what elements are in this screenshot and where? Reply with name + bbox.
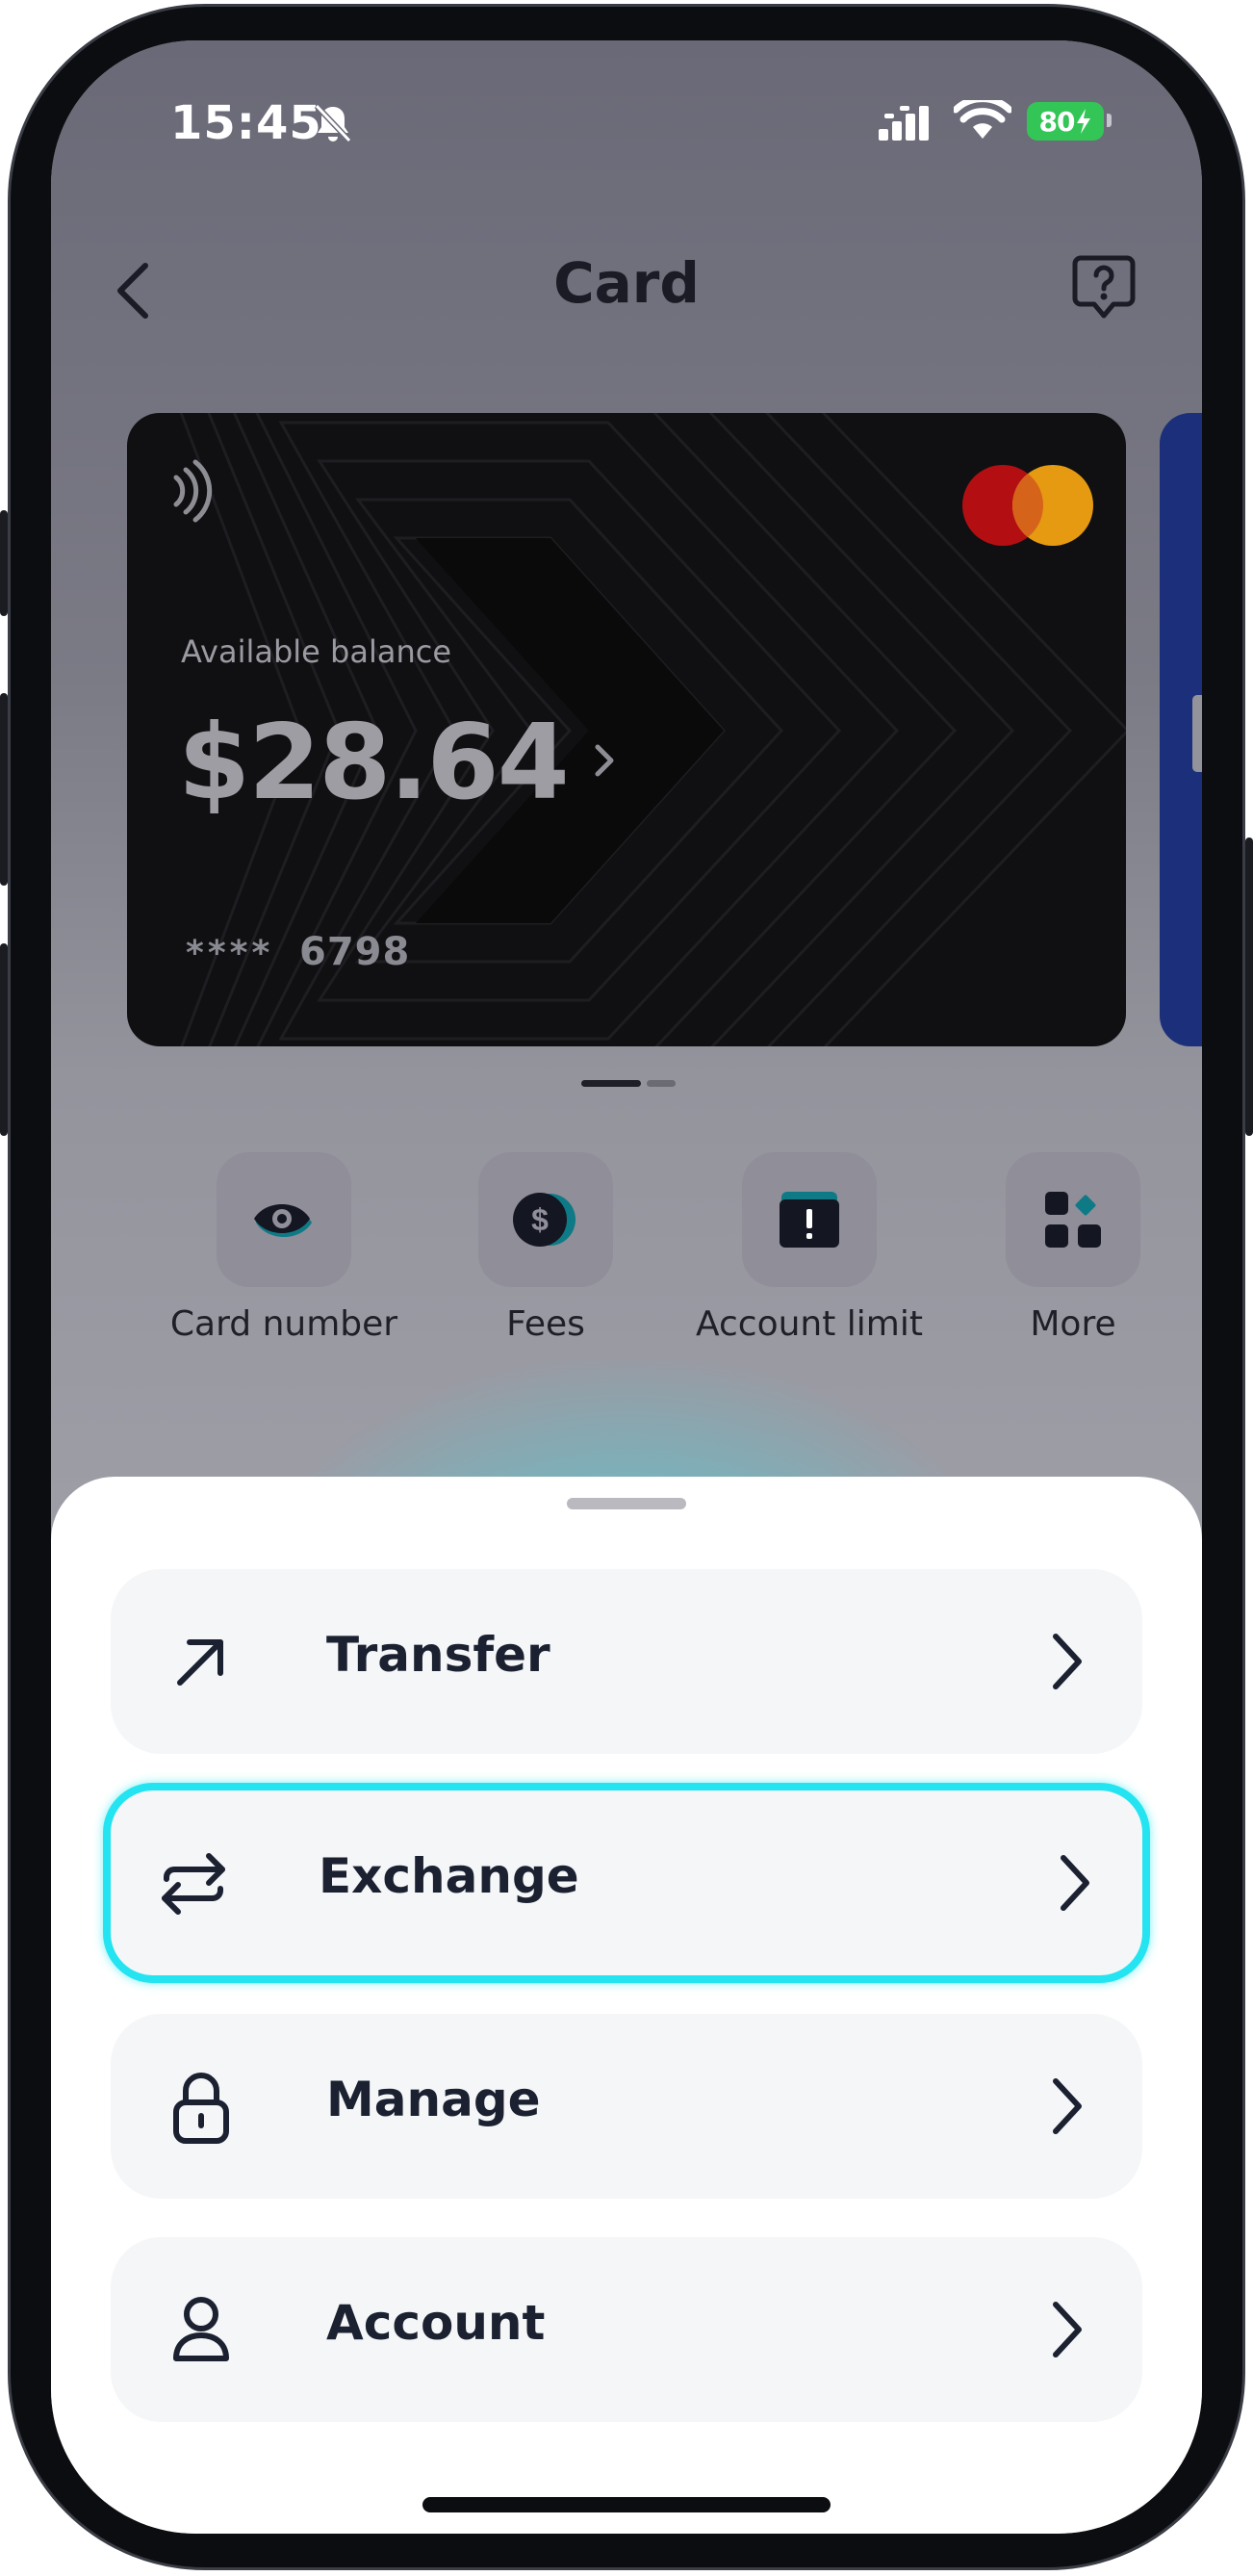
card-number-mask: **** [186,934,274,973]
chevron-right-icon[interactable] [590,739,619,782]
svg-text:$: $ [531,1202,549,1237]
side-button [0,510,8,616]
battery-indicator: 80 [1027,102,1104,141]
action-icon-wrap [217,1152,351,1287]
alert-card-icon [780,1192,839,1248]
carousel-dots [581,1080,678,1088]
sheet-drag-handle[interactable] [567,1498,686,1509]
contactless-icon [173,459,213,523]
home-indicator[interactable] [422,2497,831,2512]
status-bar: 15:45 80 [51,96,1202,154]
chevron-right-icon [1053,2302,1082,2357]
action-label: More [1030,1304,1116,1344]
next-card-chip [1192,695,1202,772]
side-button [1245,837,1253,1136]
menu-item-transfer[interactable]: Transfer [111,1569,1142,1754]
action-label: Account limit [696,1304,923,1344]
eye-icon [254,1204,312,1237]
chevron-right-icon [1053,2078,1082,2134]
card-last-digits: 6798 [299,930,411,974]
balance-amount: $28.64 [178,703,570,823]
action-card-number[interactable]: Card number [164,1152,404,1345]
side-button [0,693,8,886]
arrow-up-right-icon [177,1639,223,1686]
dollar-coin-icon: $ [513,1193,575,1247]
screen: 15:45 80 Card Available balance $28.64 *… [51,40,1202,2534]
grid-icon [1045,1192,1101,1248]
status-time: 15:45 [170,96,322,150]
battery-level: 80 [1038,105,1076,138]
page-title: Card [553,250,700,316]
menu-item-account[interactable]: Account [111,2237,1142,2422]
mastercard-logo-icon [962,465,1093,546]
battery-tip [1107,114,1112,127]
swap-arrows-icon [162,1853,225,1915]
action-label: Fees [506,1304,585,1344]
action-icon-wrap [742,1152,877,1287]
carousel-dot-active[interactable] [581,1080,641,1087]
action-account-limit[interactable]: Account limit [689,1152,930,1345]
menu-item-label: Exchange [319,1848,579,1904]
menu-item-label: Manage [326,2072,541,2127]
chevron-right-icon [1053,1634,1082,1689]
bell-muted-icon [314,103,352,143]
menu-item-label: Transfer [326,1627,550,1683]
action-fees[interactable]: $ Fees [425,1152,666,1345]
wifi-icon [954,100,1011,139]
action-icon-wrap [1006,1152,1140,1287]
menu-item-manage[interactable]: Manage [111,2014,1142,2199]
balance-label: Available balance [181,633,451,670]
charging-icon [1077,109,1091,134]
carousel-dot[interactable] [647,1080,676,1087]
help-chat-icon[interactable] [1069,252,1138,322]
side-button [0,943,8,1136]
signal-icon [879,106,929,141]
menu-item-label: Account [326,2295,546,2351]
lock-icon [173,2073,229,2144]
menu-item-exchange[interactable]: Exchange [103,1783,1150,1983]
action-label: Card number [169,1304,398,1344]
user-icon [173,2297,229,2361]
action-icon-wrap: $ [478,1152,613,1287]
action-more[interactable]: More [953,1152,1193,1345]
chevron-right-icon [1061,1855,1089,1911]
